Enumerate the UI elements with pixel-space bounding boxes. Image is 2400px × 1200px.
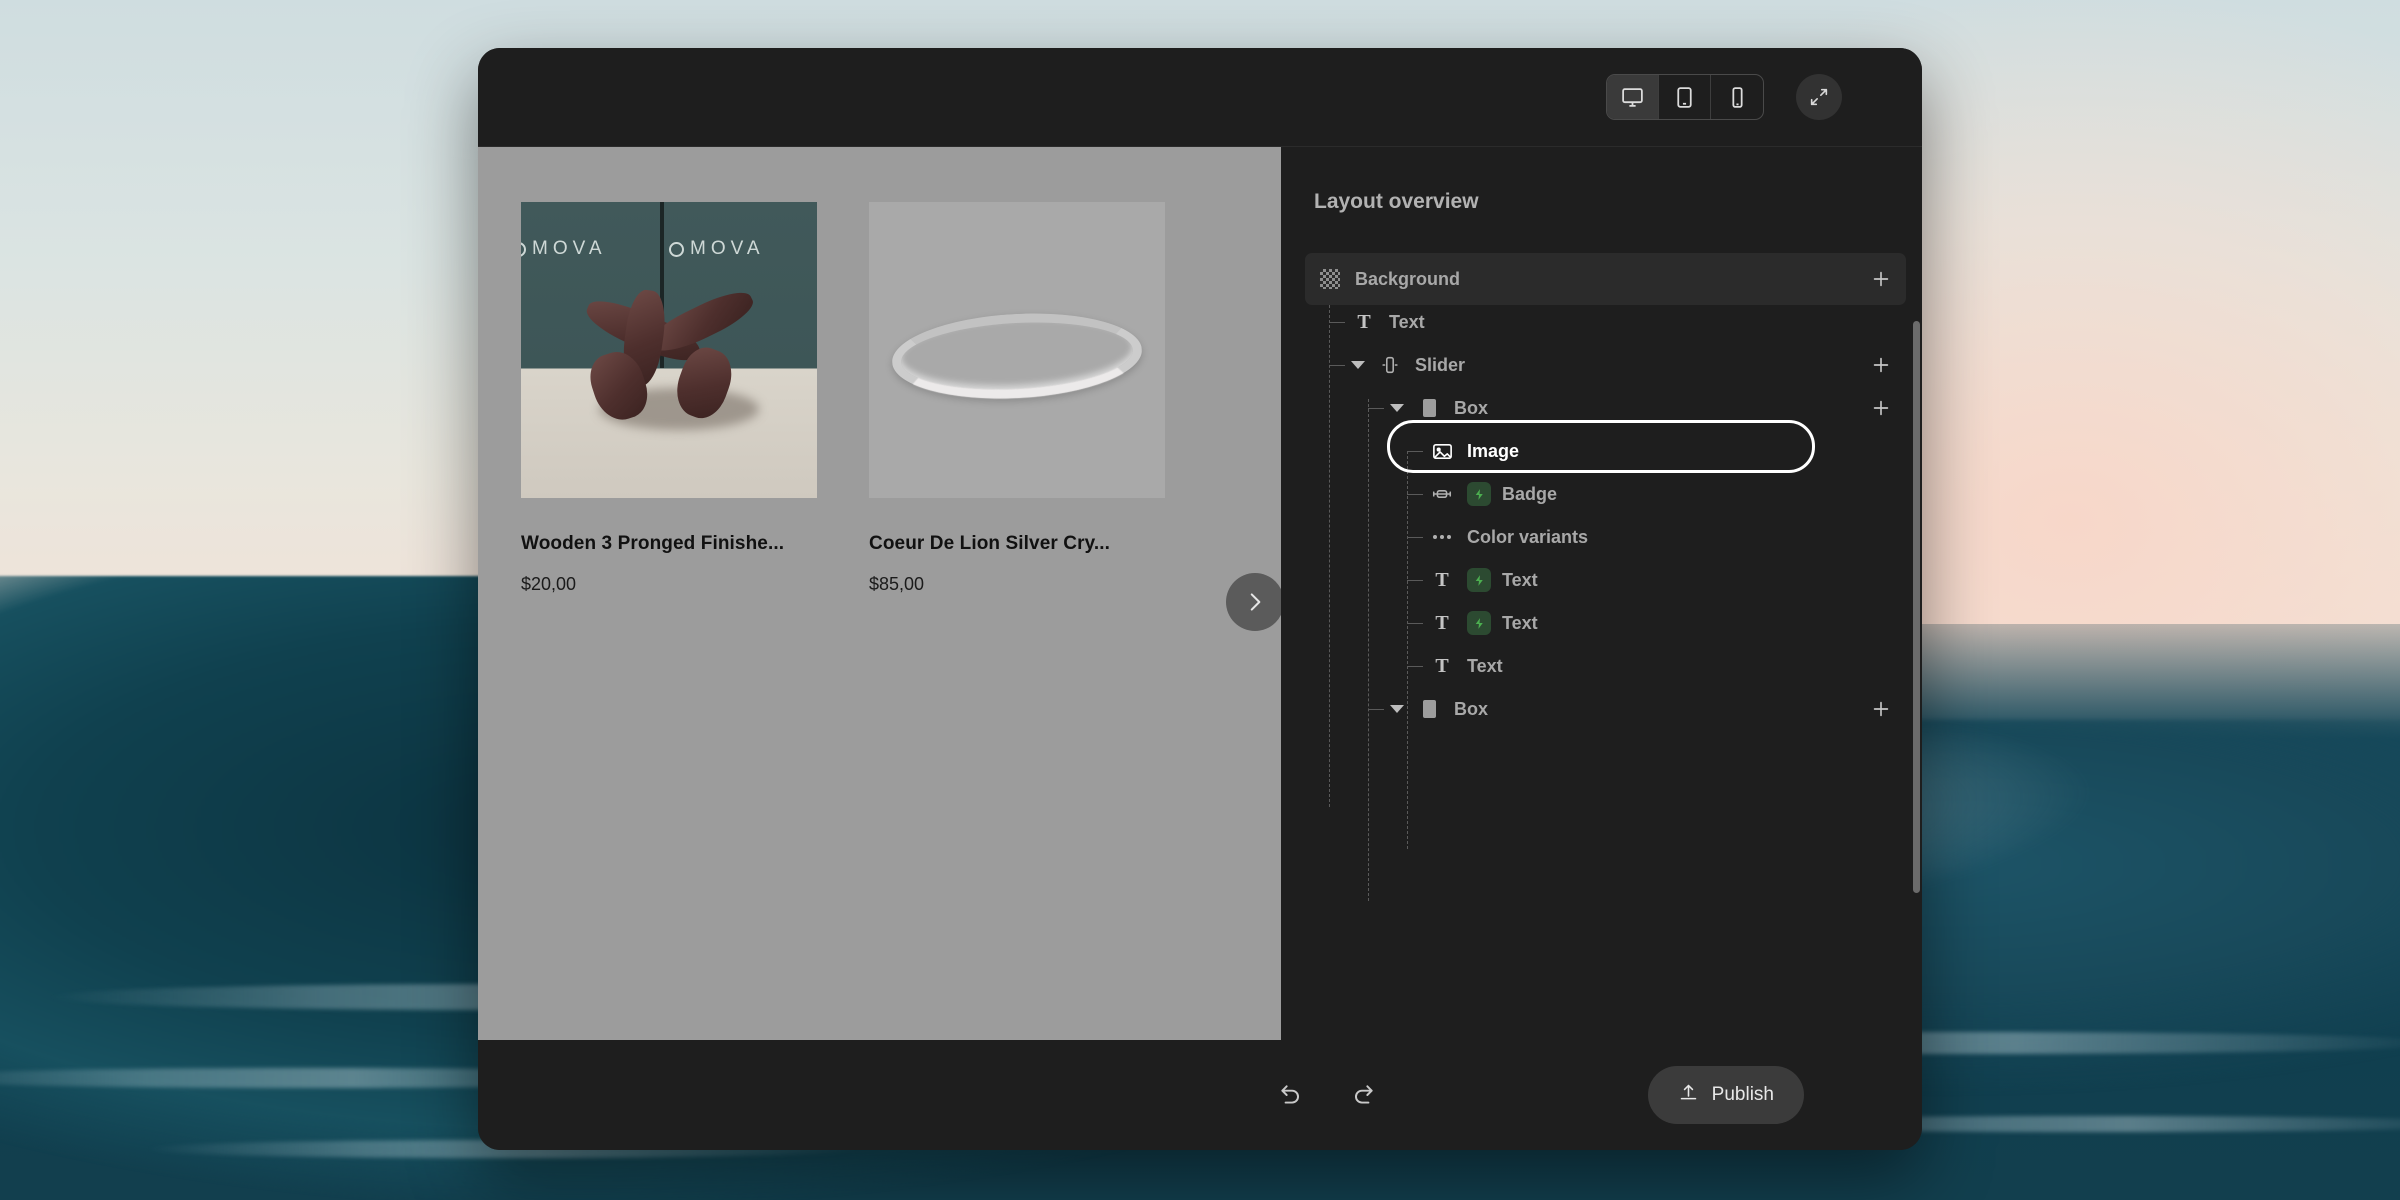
add-layer-button[interactable]	[1870, 397, 1892, 419]
product-card[interactable]: MOVA MOVA Wooden 3 Pronged Finishe...	[521, 202, 817, 595]
redo-icon[interactable]	[1340, 1072, 1386, 1118]
tree-stub	[1407, 494, 1423, 495]
text-icon: T	[1351, 312, 1377, 332]
text-icon: T	[1429, 656, 1455, 676]
checker-icon	[1317, 269, 1343, 289]
layer-label: Box	[1454, 699, 1488, 720]
product-card[interactable]: Coeur De Lion Silver Cry... $85,00	[869, 202, 1165, 595]
box-icon	[1416, 399, 1442, 417]
tree-stub	[1407, 666, 1423, 667]
device-button-mobile[interactable]	[1711, 75, 1763, 119]
device-button-desktop[interactable]	[1607, 75, 1659, 119]
layer-label: Image	[1467, 441, 1519, 462]
brand-watermark: MOVA	[521, 238, 607, 260]
device-preview-switcher[interactable]	[1606, 74, 1764, 120]
image-icon	[1429, 440, 1455, 463]
layer-label: Slider	[1415, 355, 1465, 376]
page-title: Layout overview	[1314, 190, 1479, 214]
tree-stub	[1368, 709, 1384, 710]
dynamic-content-badge	[1467, 482, 1491, 506]
bottom-toolbar: Publish	[478, 1040, 1922, 1150]
chevron-down-icon[interactable]	[1390, 705, 1404, 713]
product-grid: MOVA MOVA Wooden 3 Pronged Finishe...	[521, 202, 1281, 595]
product-title: Coeur De Lion Silver Cry...	[869, 533, 1165, 555]
dynamic-content-badge	[1467, 611, 1491, 635]
editor-workarea: MOVA MOVA Wooden 3 Pronged Finishe...	[478, 146, 1922, 1040]
product-price: $85,00	[869, 574, 1165, 595]
application-window: MOVA MOVA Wooden 3 Pronged Finishe...	[478, 48, 1922, 1150]
tree-stub	[1407, 580, 1423, 581]
box-icon	[1416, 700, 1442, 718]
publish-label: Publish	[1712, 1084, 1774, 1106]
brand-watermark: MOVA	[669, 238, 765, 260]
add-layer-button[interactable]	[1870, 354, 1892, 376]
device-button-tablet[interactable]	[1659, 75, 1711, 119]
layer-label: Badge	[1502, 484, 1557, 505]
tree-stub	[1368, 408, 1384, 409]
panel-scrollbar[interactable]	[1913, 321, 1920, 893]
chevron-right-icon[interactable]	[1226, 573, 1281, 631]
tree-stub	[1329, 322, 1345, 323]
text-icon: T	[1429, 570, 1455, 590]
undo-icon[interactable]	[1268, 1072, 1314, 1118]
layer-label: Box	[1454, 398, 1488, 419]
expand-diagonal-icon[interactable]	[1796, 74, 1842, 120]
layer-label: Text	[1502, 613, 1538, 634]
layer-tree[interactable]: Background T Text Slider Box Image Badge Co…	[1305, 253, 1906, 1040]
dots-icon	[1429, 535, 1455, 539]
publish-button[interactable]: Publish	[1648, 1066, 1804, 1124]
layer-label: Background	[1355, 269, 1460, 290]
product-title: Wooden 3 Pronged Finishe...	[521, 533, 817, 555]
product-image-wooden[interactable]: MOVA MOVA	[521, 202, 817, 498]
layer-row-box[interactable]: Box	[1305, 683, 1906, 735]
add-layer-button[interactable]	[1870, 268, 1892, 290]
product-image-bangle[interactable]	[869, 202, 1165, 498]
product-price: $20,00	[521, 574, 817, 595]
dynamic-content-badge	[1467, 568, 1491, 592]
layer-label: Text	[1467, 656, 1503, 677]
layer-label: Text	[1502, 570, 1538, 591]
badge-icon	[1429, 483, 1455, 505]
top-toolbar	[478, 48, 1922, 146]
chevron-down-icon[interactable]	[1390, 404, 1404, 412]
add-layer-button[interactable]	[1870, 698, 1892, 720]
text-icon: T	[1429, 613, 1455, 633]
tree-stub	[1329, 365, 1345, 366]
tree-stub	[1407, 451, 1423, 452]
layer-label: Color variants	[1467, 527, 1588, 548]
canvas-preview[interactable]: MOVA MOVA Wooden 3 Pronged Finishe...	[478, 147, 1281, 1040]
tree-stub	[1407, 537, 1423, 538]
chevron-down-icon[interactable]	[1351, 361, 1365, 369]
slider-icon	[1377, 354, 1403, 376]
upload-icon	[1678, 1082, 1699, 1109]
layout-overview-panel: Layout overview Background T Text Slider Bo…	[1281, 147, 1922, 1040]
layer-label: Text	[1389, 312, 1425, 333]
tree-stub	[1407, 623, 1423, 624]
